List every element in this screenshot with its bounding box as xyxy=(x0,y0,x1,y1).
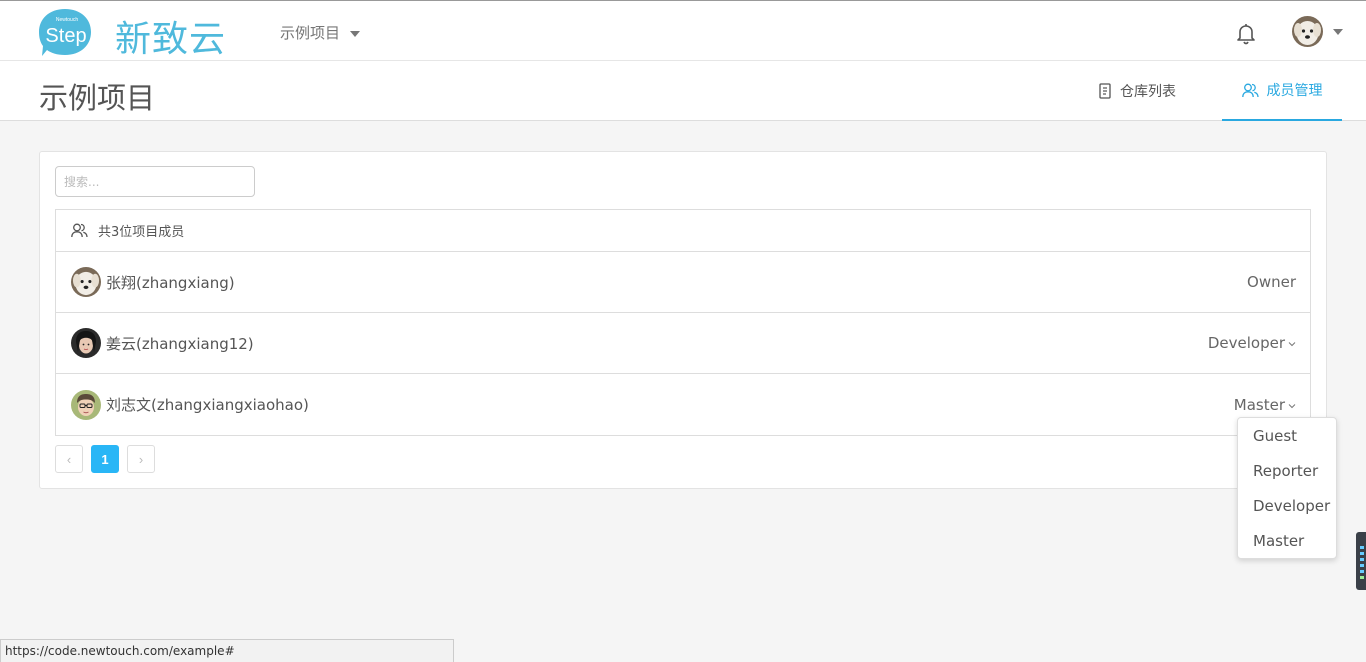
member-name: 刘志文(zhangxiangxiaohao) xyxy=(106,396,309,414)
svg-text:Newtouch: Newtouch xyxy=(56,17,78,23)
role-label: Developer xyxy=(1207,334,1285,352)
avatar xyxy=(71,267,101,297)
prev-page-button[interactable]: ‹ xyxy=(55,445,83,473)
svg-text:Step: Step xyxy=(45,25,86,47)
tab-label: 成员管理 xyxy=(1266,83,1323,99)
page-button[interactable]: 1 xyxy=(91,445,119,473)
member-count: 共3位项目成员 xyxy=(98,225,185,240)
tab-label: 仓库列表 xyxy=(1120,84,1176,100)
role-label: Master xyxy=(1233,395,1285,414)
role-select[interactable]: Developer xyxy=(1208,334,1296,352)
role-option-developer[interactable]: Developer xyxy=(1238,489,1336,524)
step-logo[interactable]: Newtouch Step xyxy=(39,7,92,57)
role-option-master[interactable]: Master xyxy=(1238,524,1336,559)
pagination: ‹ 1 › xyxy=(55,445,163,473)
member-name: 张翔(zhangxiang) xyxy=(106,273,235,292)
role-option-guest[interactable]: Guest xyxy=(1238,419,1336,454)
member-list-header: 共3位项目成员 xyxy=(56,210,1310,252)
avatar xyxy=(71,389,101,420)
next-page-button[interactable]: › xyxy=(127,445,155,473)
users-icon xyxy=(71,223,88,238)
avatar xyxy=(71,328,101,358)
role-label: Owner xyxy=(1247,273,1296,291)
browser-status-bar: https://code.newtouch.com/example# xyxy=(0,639,454,662)
member-list: 共3位项目成员 张翔(zhangxiang) Owner 姜云(zhangxia… xyxy=(55,209,1311,436)
document-icon xyxy=(1099,83,1111,99)
top-navbar: Newtouch Step 新致云 示例项目 xyxy=(0,0,1366,61)
role-option-reporter[interactable]: Reporter xyxy=(1238,454,1336,489)
caret-down-icon xyxy=(350,30,361,37)
search-input[interactable] xyxy=(55,166,255,197)
role-dropdown-menu: Guest Reporter Developer Master xyxy=(1237,417,1337,559)
project-selector-label: 示例项目 xyxy=(280,24,341,42)
users-icon xyxy=(1241,83,1259,97)
member-name: 姜云(zhangxiang12) xyxy=(106,334,254,353)
user-menu-caret-icon[interactable] xyxy=(1333,29,1343,35)
tab-member-management[interactable]: 成员管理 xyxy=(1222,61,1342,121)
member-role: Owner xyxy=(1247,273,1296,291)
project-header: 示例项目 仓库列表 成员管理 xyxy=(0,61,1366,121)
member-row: 刘志文(zhangxiangxiaohao) Master xyxy=(56,374,1310,435)
page-title: 示例项目 xyxy=(39,81,156,115)
member-row: 姜云(zhangxiang12) Developer xyxy=(56,313,1310,374)
brand-name: 新致云 xyxy=(115,19,227,60)
chevron-down-icon xyxy=(1288,342,1296,347)
chevron-down-icon xyxy=(1288,403,1296,408)
user-avatar[interactable] xyxy=(1292,16,1323,47)
members-panel: 共3位项目成员 张翔(zhangxiang) Owner xyxy=(39,151,1327,489)
role-select[interactable]: Master xyxy=(1234,396,1296,414)
side-widget[interactable] xyxy=(1356,532,1366,590)
project-selector[interactable]: 示例项目 xyxy=(280,22,361,43)
bell-icon[interactable] xyxy=(1234,21,1258,45)
tab-repository-list[interactable]: 仓库列表 xyxy=(1098,61,1176,121)
member-row: 张翔(zhangxiang) Owner xyxy=(56,252,1310,313)
